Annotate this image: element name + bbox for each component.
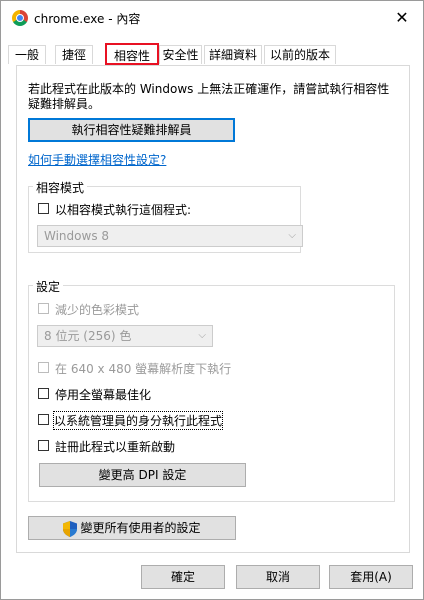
res-640-checkbox[interactable]	[38, 362, 49, 373]
compat-mode-select[interactable]: Windows 8 ⌵	[37, 225, 303, 247]
compat-mode-select-value: Windows 8	[44, 229, 110, 243]
uac-shield-icon	[63, 520, 78, 537]
compat-mode-group-label: 相容模式	[33, 179, 88, 196]
tab-security[interactable]: 安全性	[159, 45, 202, 64]
run-as-admin-checkbox[interactable]	[38, 414, 49, 425]
tab-shortcut[interactable]: 捷徑	[55, 45, 93, 64]
window-title: chrome.exe - 內容	[34, 12, 141, 26]
properties-window: chrome.exe - 內容 ✕ 一般 捷徑 相容性 安全性 詳細資料 以前的…	[0, 0, 424, 600]
settings-group-label: 設定	[33, 278, 64, 295]
reduced-color-label: 減少的色彩模式	[55, 303, 140, 317]
troubleshooter-button[interactable]: 執行相容性疑難排解員	[28, 118, 235, 142]
tab-previous-versions[interactable]: 以前的版本	[264, 45, 336, 64]
manual-settings-link[interactable]: 如何手動選擇相容性設定?	[28, 151, 166, 168]
tab-details[interactable]: 詳細資料	[204, 45, 262, 64]
register-restart-label: 註冊此程式以重新啟動	[55, 440, 176, 454]
change-all-users-label: 變更所有使用者的設定	[80, 521, 201, 535]
chrome-icon	[12, 10, 28, 26]
tab-strip: 一般 捷徑 相容性 安全性 詳細資料 以前的版本	[8, 43, 418, 65]
intro-text-line2: 疑難排解員。	[28, 97, 101, 111]
close-button[interactable]: ✕	[389, 6, 415, 30]
cancel-button[interactable]: 取消	[236, 565, 320, 589]
ok-button[interactable]: 確定	[141, 565, 225, 589]
chevron-down-icon: ⌵	[288, 230, 296, 241]
fullscreen-opt-checkbox[interactable]	[38, 388, 49, 399]
compat-mode-label: 以相容模式執行這個程式:	[55, 203, 192, 217]
compatibility-panel: 若此程式在此版本的 Windows 上無法正確運作，請嘗試執行相容性 疑難排解員…	[16, 65, 410, 553]
color-mode-select-value: 8 位元 (256) 色	[44, 329, 132, 343]
apply-button[interactable]: 套用(A)	[329, 565, 413, 589]
change-all-users-button[interactable]: 變更所有使用者的設定	[28, 516, 236, 540]
title-bar: chrome.exe - 內容 ✕	[1, 1, 423, 35]
chevron-down-icon: ⌵	[198, 330, 206, 341]
fullscreen-opt-label: 停用全螢幕最佳化	[55, 388, 152, 402]
run-as-admin-label: 以系統管理員的身分執行此程式	[52, 411, 224, 430]
change-dpi-button[interactable]: 變更高 DPI 設定	[39, 463, 246, 487]
color-mode-select[interactable]: 8 位元 (256) 色 ⌵	[37, 325, 213, 347]
compat-mode-checkbox[interactable]	[38, 203, 49, 214]
tab-compatibility[interactable]: 相容性	[105, 43, 159, 65]
reduced-color-checkbox[interactable]	[38, 303, 49, 314]
res-640-label: 在 640 x 480 螢幕解析度下執行	[55, 362, 232, 376]
tab-general[interactable]: 一般	[8, 45, 46, 64]
register-restart-checkbox[interactable]	[38, 440, 49, 451]
